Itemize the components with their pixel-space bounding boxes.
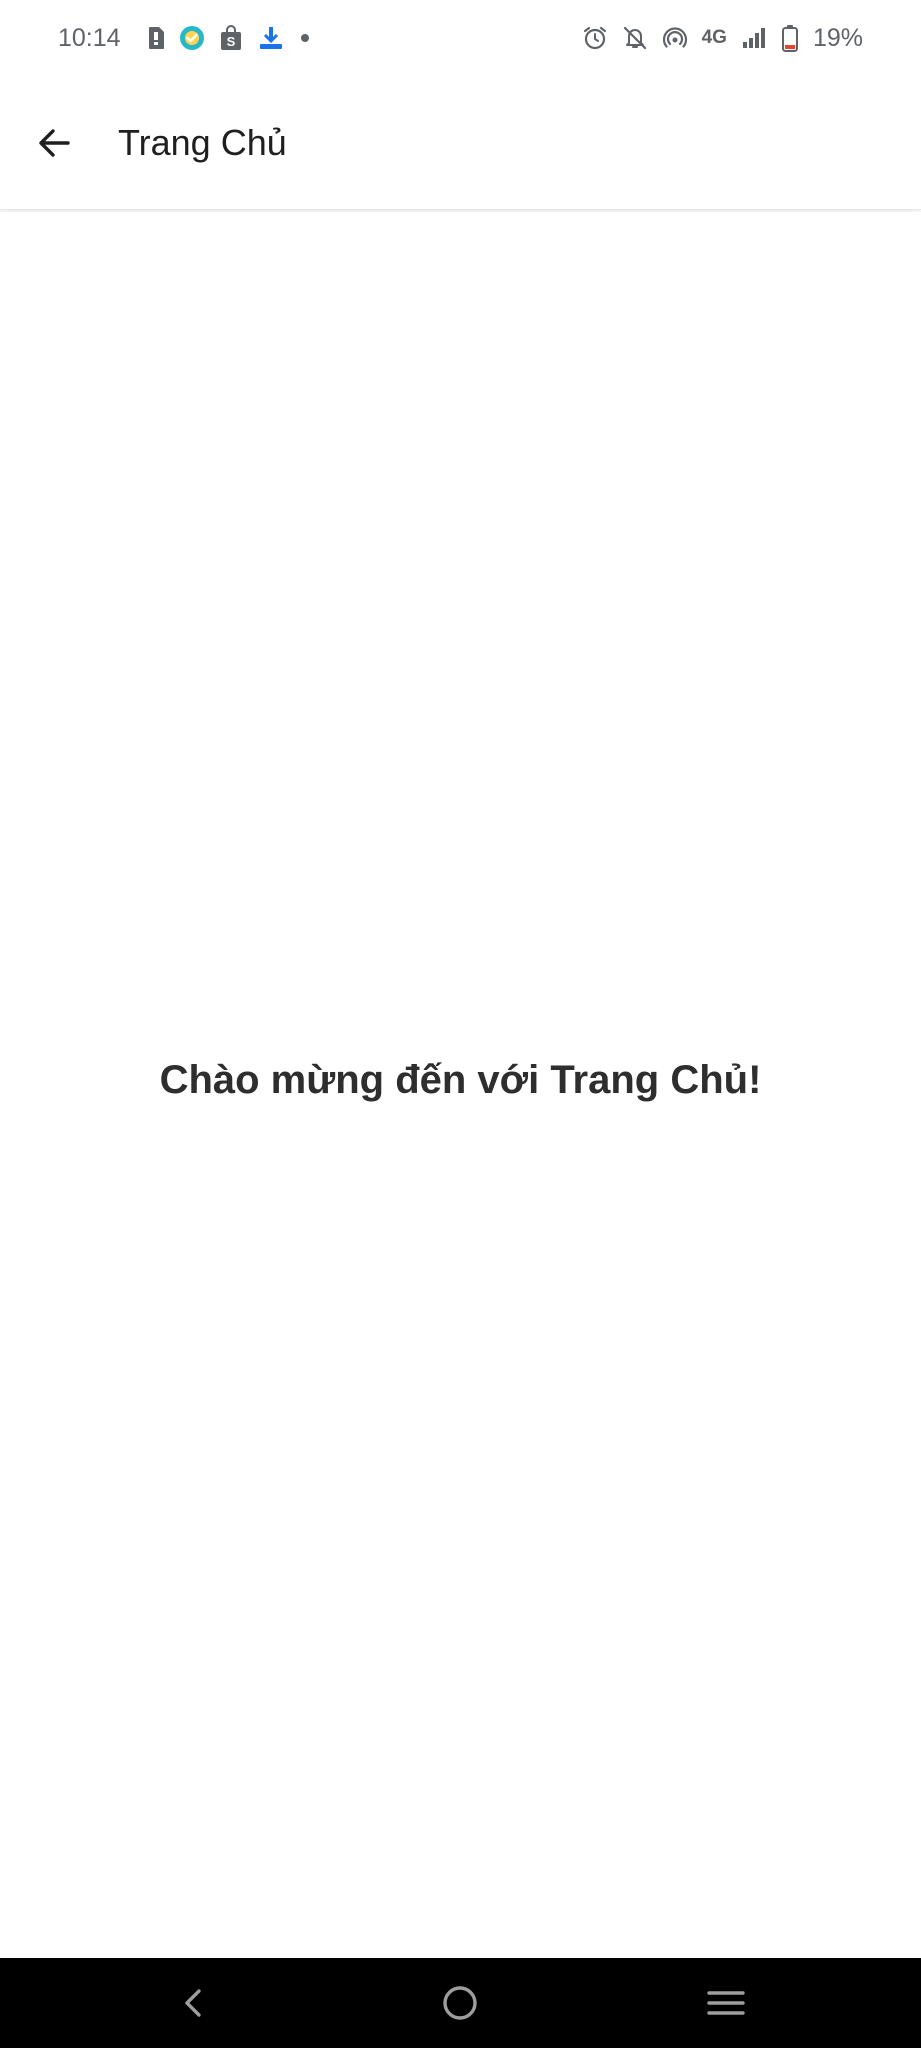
phone-screen: 10:14 S 4G 19% Trang Chủ Chào mừng đến v… <box>0 0 921 2048</box>
download-icon <box>257 25 285 51</box>
nav-recents-icon <box>707 1991 745 2015</box>
shopping-bag-icon: S <box>219 25 243 51</box>
battery-percent: 19% <box>812 23 863 52</box>
check-badge-icon <box>179 25 205 51</box>
dot-icon <box>299 32 311 44</box>
nav-recents-button[interactable] <box>666 1958 786 2048</box>
notifications-off-icon <box>622 25 648 51</box>
system-navigation-bar <box>0 1958 921 2048</box>
svg-text:S: S <box>226 34 235 49</box>
status-time: 10:14 <box>58 23 121 52</box>
status-left-group: 10:14 S <box>58 24 311 53</box>
alarm-icon <box>582 25 608 51</box>
status-bar: 10:14 S 4G 19% <box>0 0 921 76</box>
app-bar: Trang Chủ <box>0 76 921 210</box>
status-right-group: 4G 19% <box>582 24 863 53</box>
nav-home-button[interactable] <box>400 1958 520 2048</box>
welcome-message: Chào mừng đến với Trang Chủ! <box>159 1058 762 1102</box>
nav-back-button[interactable] <box>134 1958 254 2048</box>
hotspot-icon <box>662 25 688 51</box>
battery-icon <box>781 24 799 52</box>
main-content: Chào mừng đến với Trang Chủ! <box>0 212 921 1958</box>
arrow-back-icon <box>39 128 70 157</box>
signal-icon <box>741 25 767 51</box>
network-type-label: 4G <box>701 27 727 48</box>
page-title: Trang Chủ <box>118 121 287 163</box>
back-button[interactable] <box>26 115 82 171</box>
nav-home-icon <box>443 1986 477 2020</box>
sim-card-icon <box>147 26 165 50</box>
nav-back-icon <box>185 1989 201 2017</box>
